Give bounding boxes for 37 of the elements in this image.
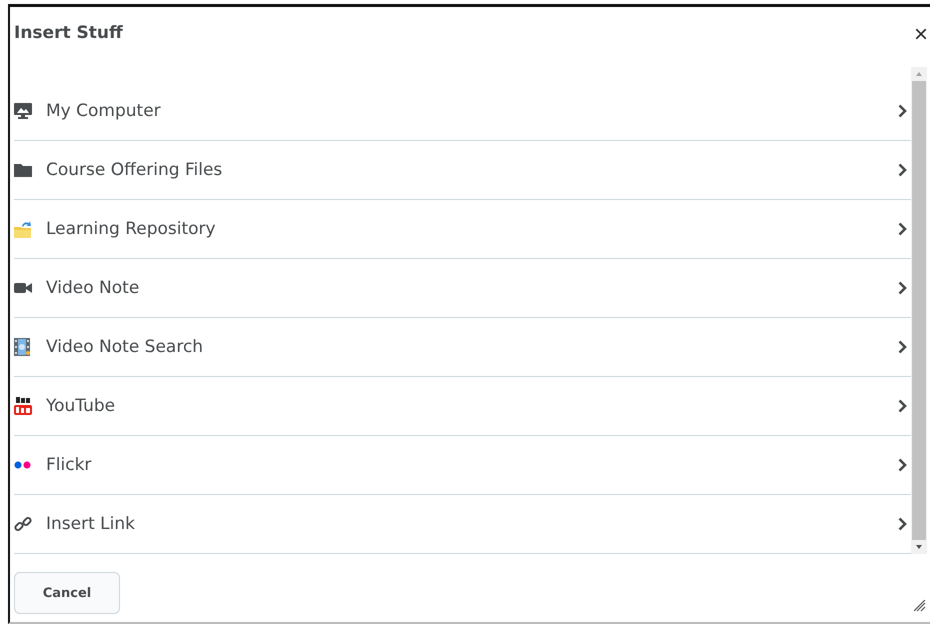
item-label: Flickr <box>46 455 92 475</box>
two-dots-icon <box>14 461 32 469</box>
video-logo-icon <box>14 397 32 415</box>
chevron-right-icon <box>898 104 907 118</box>
source-list-item[interactable]: Video Note <box>14 259 911 318</box>
dialog-title: Insert Stuff <box>14 23 123 43</box>
item-label: My Computer <box>46 101 162 121</box>
chevron-right-icon <box>898 458 907 472</box>
source-list-item[interactable]: YouTube <box>14 377 911 436</box>
resize-grip-icon[interactable] <box>914 600 926 612</box>
chevron-right-icon <box>898 222 907 236</box>
source-list-item[interactable]: Video Note Search <box>14 318 911 377</box>
film-icon <box>14 338 30 356</box>
chevron-right-icon <box>898 517 907 531</box>
source-list-item[interactable]: Course Offering Files <box>14 141 911 200</box>
monitor-icon <box>14 103 32 119</box>
source-list-item[interactable]: Insert Link <box>14 495 911 554</box>
source-list-item[interactable]: Learning Repository <box>14 200 911 259</box>
close-button[interactable]: × <box>914 22 930 46</box>
source-list-item[interactable]: Flickr <box>14 436 911 495</box>
link-icon <box>14 515 32 533</box>
chevron-right-icon <box>898 163 907 177</box>
chevron-right-icon <box>898 281 907 295</box>
scrollbar[interactable] <box>911 67 927 554</box>
item-label: Video Note Search <box>46 337 204 357</box>
folder-arrow-icon <box>14 220 32 238</box>
item-label: Course Offering Files <box>46 160 224 180</box>
folder-icon <box>14 163 32 177</box>
item-label: Video Note <box>46 278 140 298</box>
video-camera-icon <box>14 283 32 293</box>
item-label: Learning Repository <box>46 219 217 239</box>
cancel-button[interactable]: Cancel <box>14 572 120 614</box>
chevron-right-icon <box>898 399 907 413</box>
item-label: Insert Link <box>46 514 136 534</box>
chevron-right-icon <box>898 340 907 354</box>
item-label: YouTube <box>46 396 116 416</box>
source-list-item[interactable]: My Computer <box>14 82 911 141</box>
